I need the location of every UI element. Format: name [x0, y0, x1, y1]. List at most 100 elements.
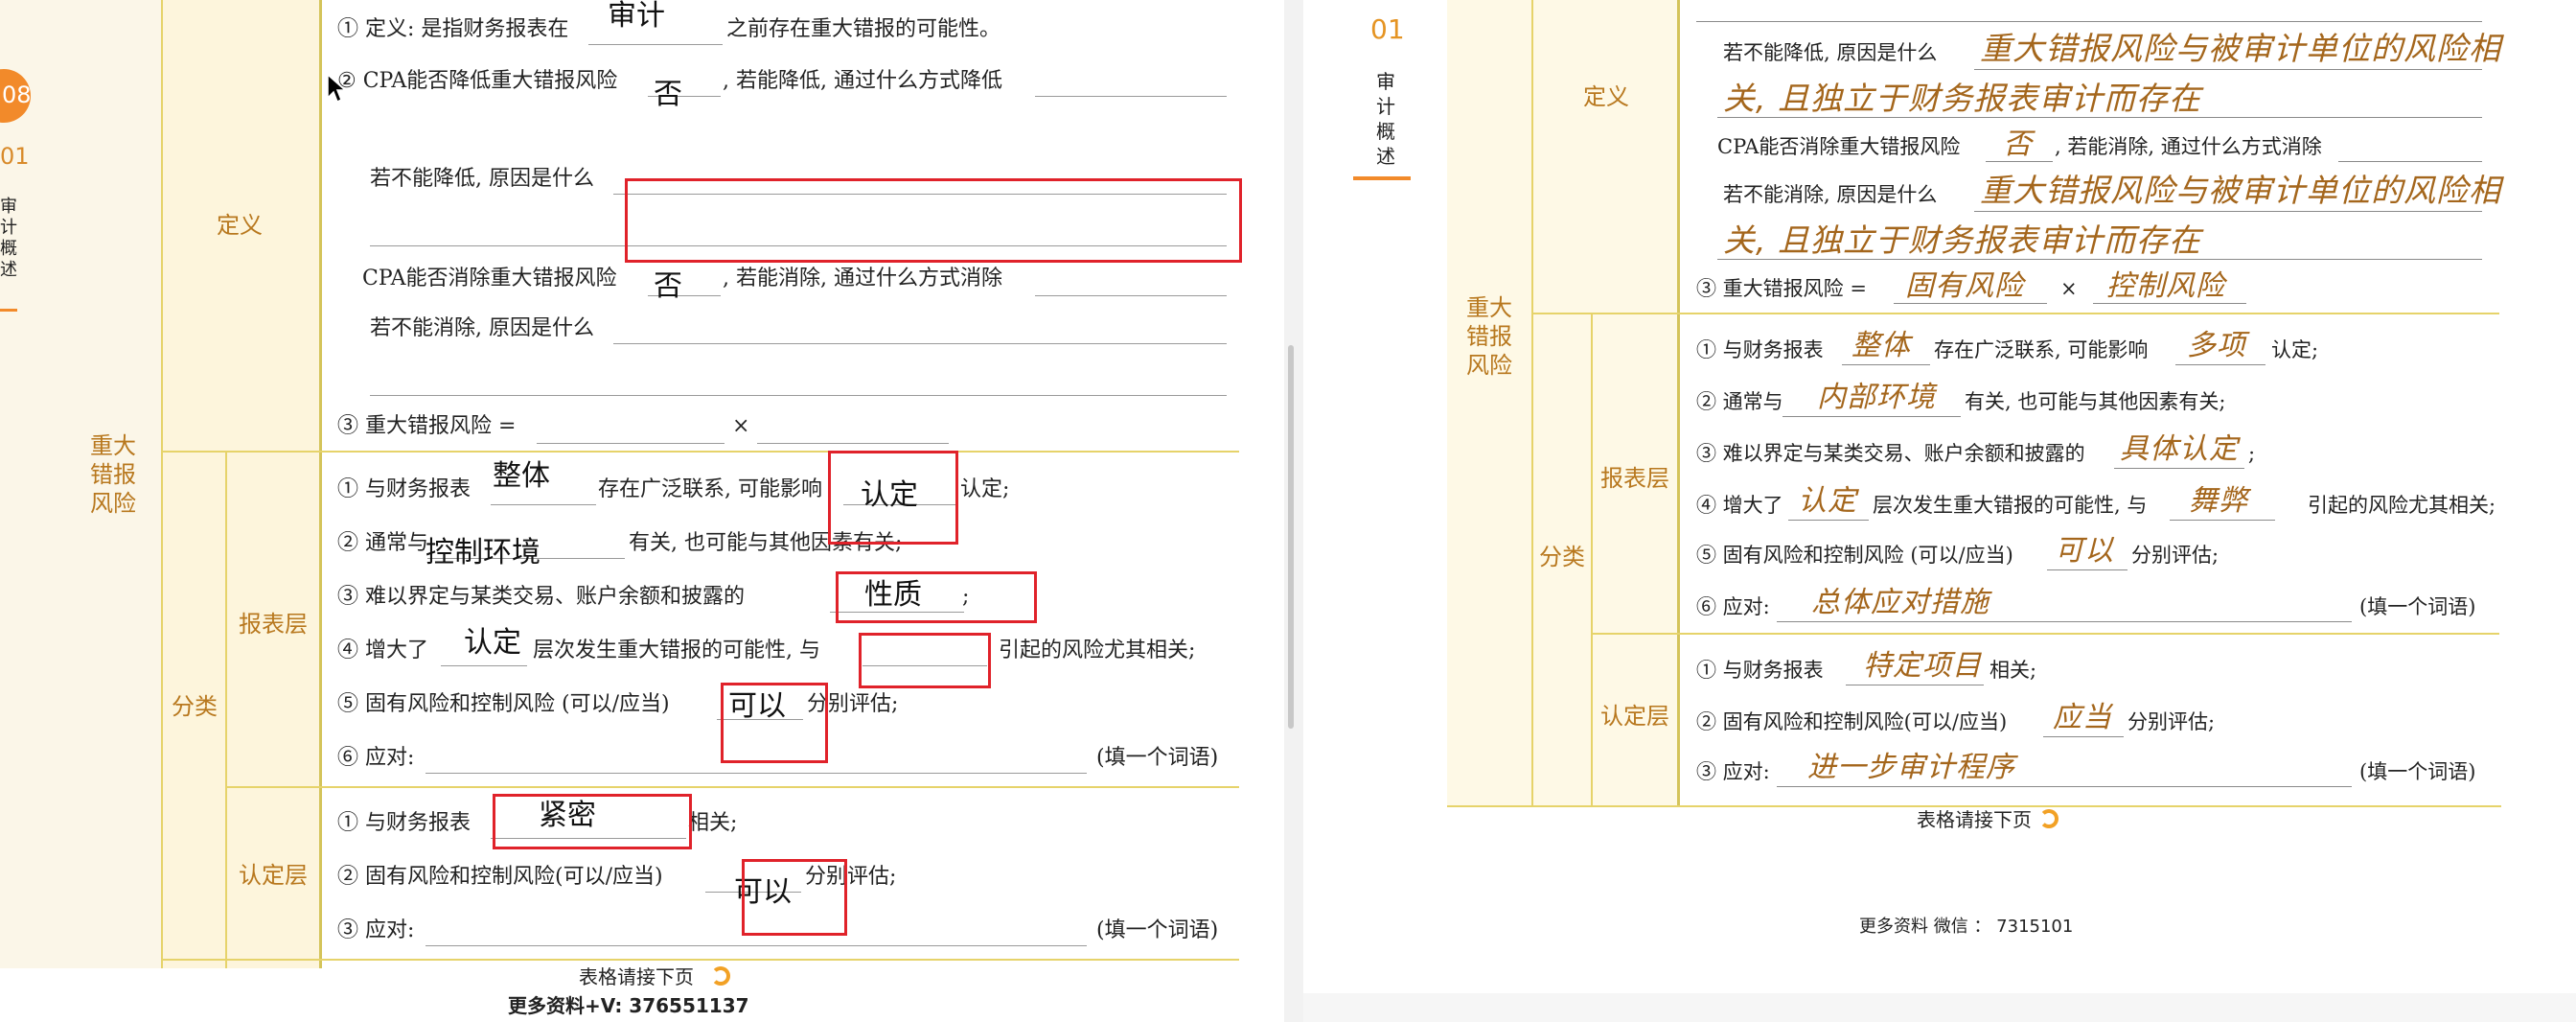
right-reason2-line2 — [1717, 259, 2482, 260]
answer-no-eliminate[interactable]: 否 — [654, 270, 682, 303]
answer-audit[interactable]: 审计 — [608, 0, 665, 33]
reason-elim-blank-2[interactable] — [370, 395, 1227, 396]
vertical-scrollbar[interactable] — [1288, 345, 1294, 729]
s4-blank-1[interactable] — [441, 665, 527, 666]
answer-control-env[interactable]: 控制环境 — [426, 537, 540, 569]
right-s1-blank-2 — [2175, 364, 2266, 365]
left-footer-contact: 更多资料+V: 376551137 — [508, 994, 749, 1017]
right-vline-3 — [1677, 0, 1680, 807]
right-answer-should: 应当 — [2053, 701, 2112, 734]
right-category-assertion-level: 认定层 — [1600, 703, 1669, 730]
risk-formula-blank-1[interactable] — [537, 443, 724, 444]
s3-prefix: ③ 难以界定与某类交易、账户余额和披露的 — [337, 585, 745, 609]
right-answer-multiple: 多项 — [2187, 329, 2246, 362]
category-definition: 定义 — [217, 212, 263, 239]
right-s1-blank-1 — [1842, 364, 1930, 365]
def-line-suffix: 之前存在重大错报的可能性。 — [726, 17, 1001, 41]
reduce-line-prefix: ② CPA能否降低重大错报风险 — [337, 69, 618, 93]
s1-blank-1[interactable] — [491, 504, 596, 505]
right-s5-blank — [2047, 569, 2128, 570]
right-reason1-line1 — [1974, 69, 2482, 70]
def-blank[interactable] — [588, 44, 723, 45]
right-a2-prefix: ② 固有风险和控制风险(可以/应当) — [1696, 710, 2008, 733]
s4-suffix: 引起的风险尤其相关; — [999, 639, 1196, 662]
right-answer-no: 否 — [2003, 128, 2033, 161]
s4-mid: 层次发生重大错报的可能性, 与 — [533, 639, 820, 662]
right-s4-suffix: 引起的风险尤其相关; — [2308, 494, 2496, 517]
category-statement-level: 报表层 — [239, 611, 308, 638]
right-answer-specific-item: 特定项目 — [1863, 649, 1982, 683]
def-line-prefix: ① 定义: 是指财务报表在 — [337, 17, 569, 41]
right-risk-formula-prefix: ③ 重大错报风险 = — [1696, 277, 1867, 300]
right-a3-hint: (填一个词语) — [2359, 760, 2476, 783]
right-a3-blank — [1777, 786, 2352, 787]
right-category-definition: 定义 — [1583, 83, 1629, 110]
right-vline-1 — [1531, 0, 1533, 807]
red-box-assertion-1 — [828, 451, 958, 545]
right-s3-blank — [2114, 468, 2244, 469]
right-s1-mid: 存在广泛联系, 可能影响 — [1934, 338, 2149, 361]
right-eliminate-blank — [1986, 161, 2053, 162]
eliminate-line-prefix: CPA能否消除重大错报风险 — [362, 267, 617, 290]
eliminate-line-suffix: , 若能消除, 通过什么方式消除 — [723, 267, 1002, 290]
right-s3-prefix: ③ 难以界定与某类交易、账户余额和披露的 — [1696, 442, 2085, 465]
reduce-method-blank[interactable] — [1035, 96, 1227, 97]
right-vline-2 — [1591, 313, 1593, 807]
chapter-title: 审计概述 — [0, 197, 17, 280]
page-gap — [1284, 0, 1303, 1022]
right-s1-prefix: ① 与财务报表 — [1696, 338, 1824, 361]
right-s3-suffix: ; — [2248, 442, 2256, 465]
right-category-statement-level: 报表层 — [1600, 465, 1669, 492]
right-answer-inherent: 固有风险 — [1905, 269, 2024, 303]
right-chapter-number: 01 — [1370, 13, 1405, 45]
answer-assertion-2[interactable]: 认定 — [464, 627, 521, 660]
reason-elim-blank-1[interactable] — [613, 343, 1227, 344]
answer-no-reduce[interactable]: 否 — [654, 79, 682, 111]
right-eliminate-prefix: CPA能否消除重大错报风险 — [1717, 135, 1961, 158]
page-number: 08 — [2, 81, 32, 108]
right-s4-mid: 层次发生重大错报的可能性, 与 — [1873, 494, 2148, 517]
a3-blank[interactable] — [426, 945, 1087, 946]
right-answer-fraud: 舞弊 — [2189, 484, 2248, 518]
category-main: 重大错报风险 — [90, 432, 136, 517]
right-footer-continue: 表格请接下页 — [1917, 808, 2032, 831]
red-box-nature — [836, 571, 1037, 623]
right-reason-not-eliminate: 若不能消除, 原因是什么 — [1723, 183, 1938, 206]
right-a1-prefix: ① 与财务报表 — [1696, 659, 1824, 682]
eliminate-method-blank[interactable] — [1035, 295, 1227, 296]
right-answer-reason2-l1: 重大错报风险与被审计单位的风险相 — [1980, 172, 2501, 209]
right-s2-prefix: ② 通常与 — [1696, 390, 1783, 413]
right-s2-blank — [1782, 416, 1961, 417]
right-answer-whole: 整体 — [1852, 329, 1911, 362]
right-answer-reason1-l2: 关, 且独立于财务报表审计而存在 — [1723, 80, 2201, 117]
right-answer-further-procedures: 进一步审计程序 — [1807, 751, 2015, 784]
right-answer-reason2-l2: 关, 且独立于财务报表审计而存在 — [1723, 221, 2201, 259]
chapter-underline — [0, 309, 17, 312]
right-formula-blank-1 — [1894, 303, 2047, 304]
right-page: 01 审计概述 重大错报风险 定义 分类 报表层 认定层 若不能降低, 原因是什… — [1303, 0, 2576, 1022]
right-s6-hint: (填一个词语) — [2359, 595, 2476, 618]
continue-arrow-icon — [711, 966, 730, 986]
right-answer-control: 控制风险 — [2106, 269, 2225, 303]
left-hline-3 — [161, 959, 1239, 961]
right-chapter-title: 审计概述 — [1376, 70, 1395, 168]
right-s4-blank-1 — [1788, 520, 1869, 521]
right-s5-suffix: 分别评估; — [2131, 544, 2220, 567]
right-answer-reason1-l1: 重大错报风险与被审计单位的风险相 — [1980, 30, 2501, 67]
a2-prefix: ② 固有风险和控制风险(可以/应当) — [337, 865, 663, 889]
right-footer-contact: 更多资料 微信 ： 7315101 — [1859, 917, 2074, 937]
answer-whole[interactable]: 整体 — [493, 460, 550, 493]
right-eliminate-suffix: , 若能消除, 通过什么方式消除 — [2055, 135, 2322, 158]
right-a3-prefix: ③ 应对: — [1696, 760, 1770, 783]
right-s5-prefix: ⑤ 固有风险和控制风险 (可以/应当) — [1696, 544, 2013, 567]
s6-hint: (填一个词语) — [1096, 746, 1219, 770]
right-answer-internal-env: 内部环境 — [1817, 381, 1936, 414]
s6-blank[interactable] — [426, 773, 1087, 774]
right-s6-blank — [1777, 621, 2352, 622]
risk-formula-blank-2[interactable] — [757, 443, 949, 444]
right-bottom-strip — [1303, 993, 2576, 1022]
s1-suffix: 认定; — [960, 477, 1010, 501]
right-chapter-underline — [1353, 176, 1411, 180]
right-formula-blank-2 — [2093, 303, 2246, 304]
left-vline-1 — [161, 0, 163, 968]
